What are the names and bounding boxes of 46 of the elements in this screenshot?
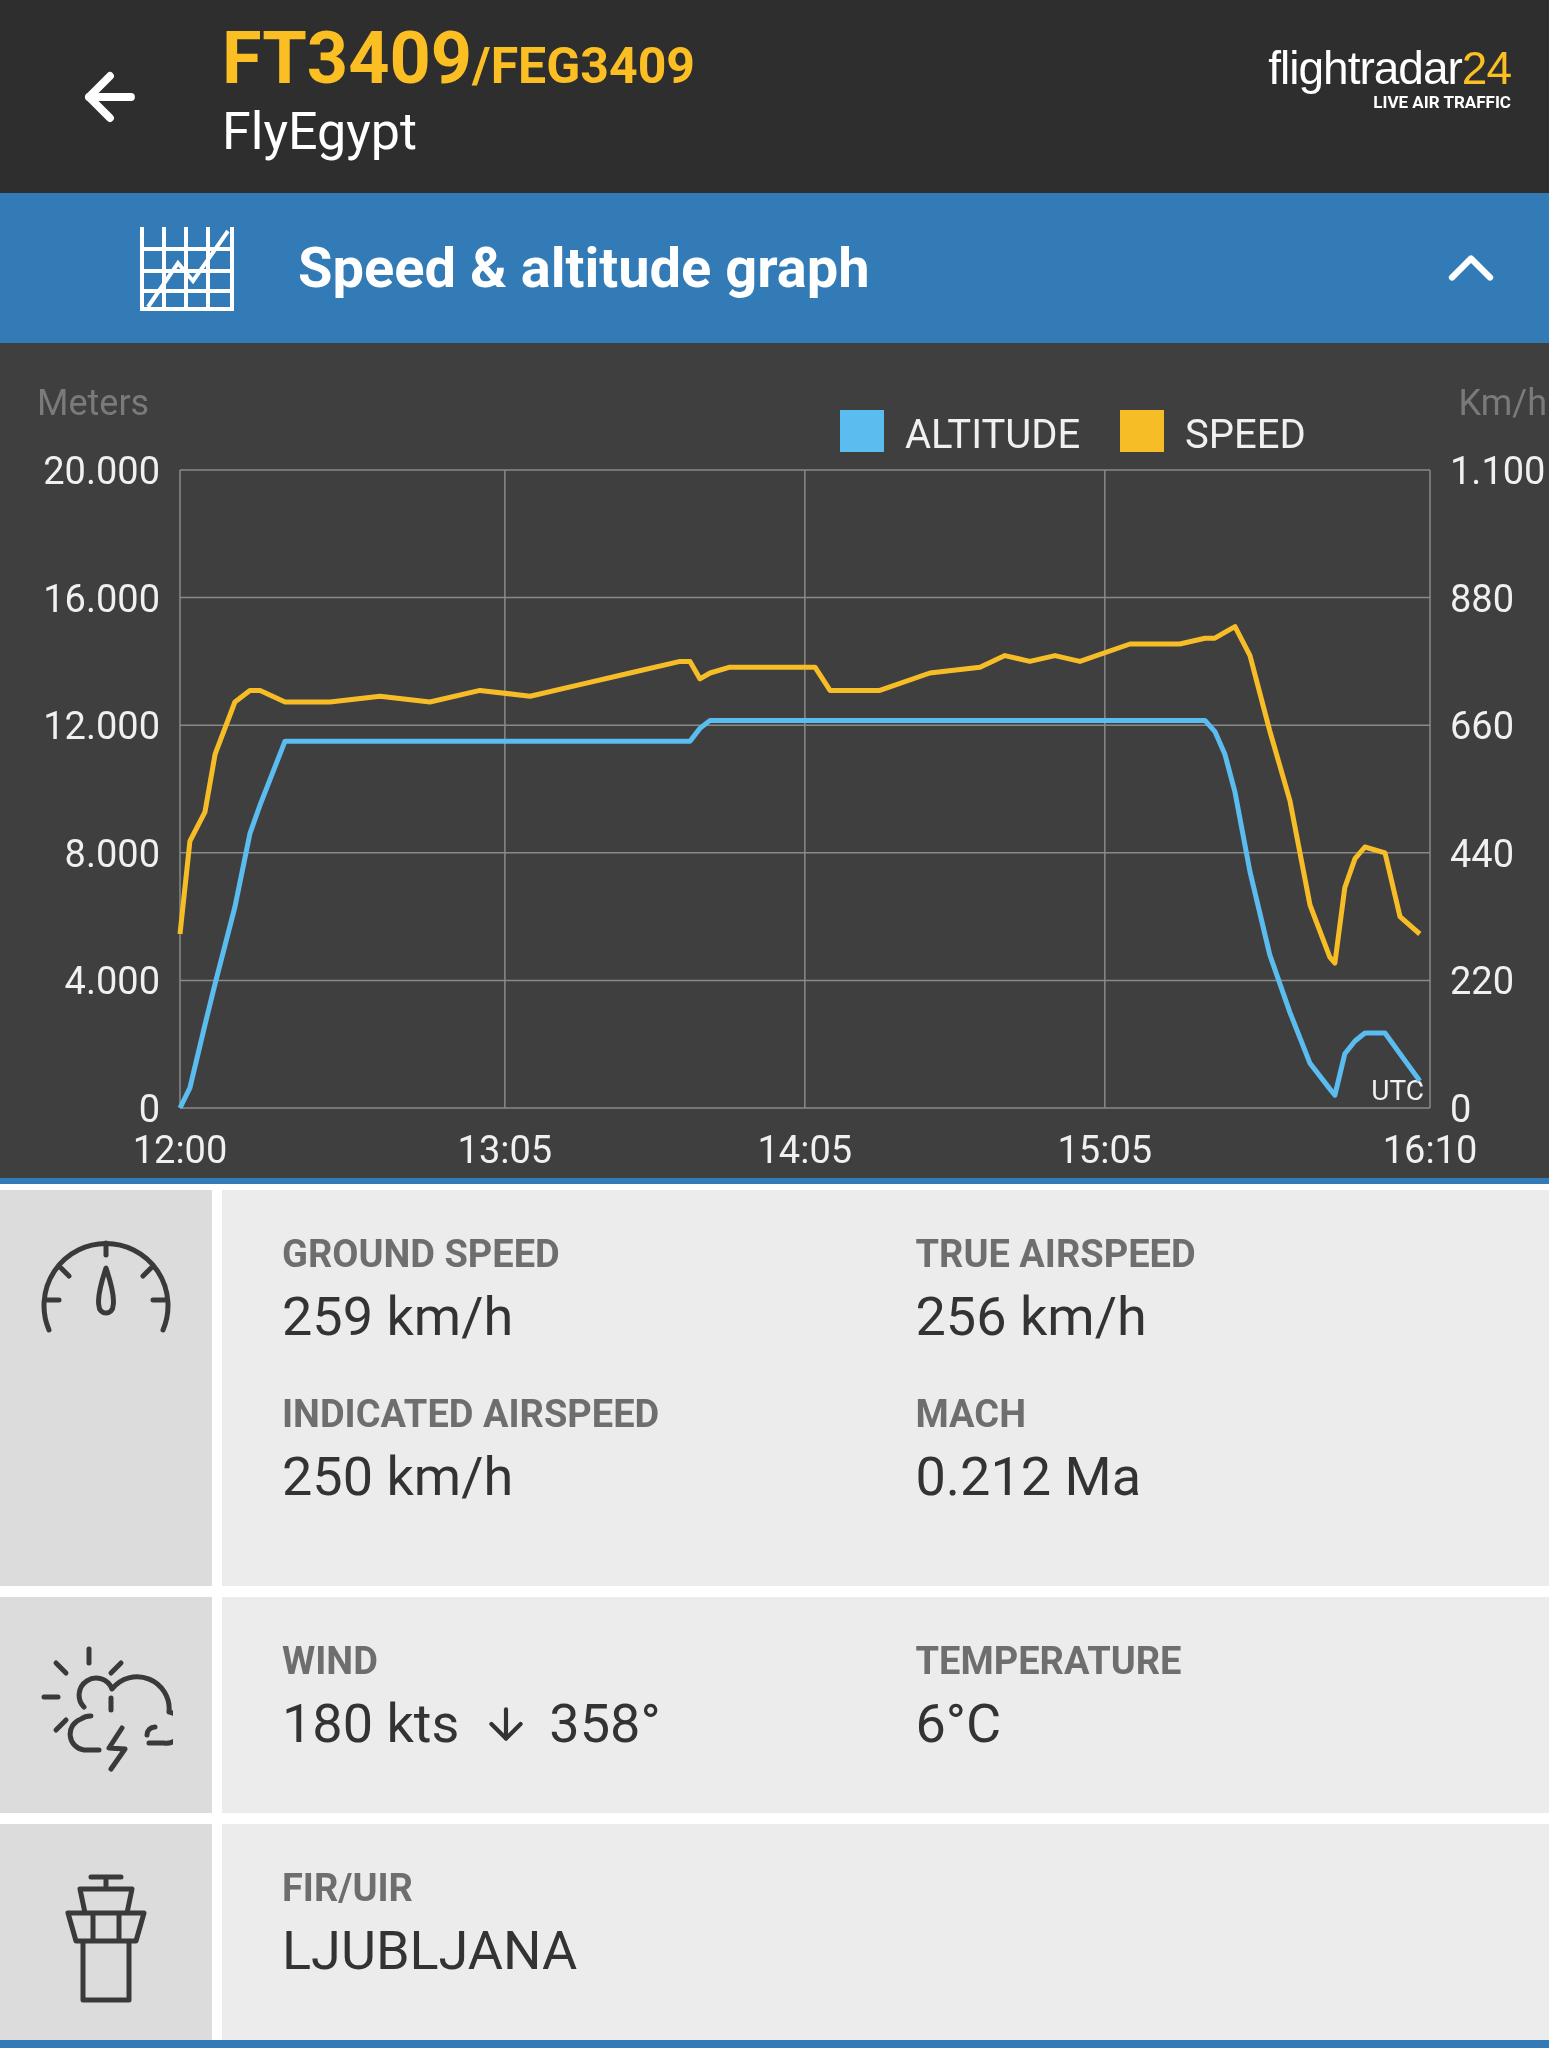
- field-value: 250 km/h: [282, 1446, 514, 1508]
- axis-label: 880: [1450, 576, 1515, 621]
- flight-number: FT3409: [222, 15, 473, 103]
- axis-label: 13:05: [457, 1128, 553, 1172]
- legend-label: SPEED: [1185, 411, 1306, 458]
- control-tower-icon: [63, 1872, 149, 2004]
- axis-label: 16:10: [1382, 1128, 1478, 1172]
- field-value: 259 km/h: [282, 1286, 514, 1348]
- speedometer-icon: [39, 1238, 173, 1336]
- field-value: LJUBLJANA: [282, 1920, 578, 1982]
- field-value: 0.212 Ma: [915, 1446, 1142, 1508]
- field-value: 358°: [549, 1693, 661, 1755]
- airline-name: FlyEgypt: [222, 104, 419, 160]
- axis-title: Km/h: [1458, 382, 1547, 424]
- axis-label: 16.000: [43, 576, 160, 621]
- field-label: FIR/UIR: [282, 1866, 414, 1910]
- axis-label: 0: [1450, 1087, 1472, 1131]
- axis-label: 15:05: [1057, 1128, 1153, 1172]
- section-title: Speed & altitude graph: [298, 234, 870, 303]
- field-label: TRUE AIRSPEED: [915, 1232, 1197, 1276]
- axis-title: UTC: [1371, 1074, 1424, 1107]
- axis-label: 1.100: [1450, 449, 1546, 493]
- field-label: WIND: [282, 1639, 379, 1683]
- axis-label: 220: [1450, 959, 1515, 1004]
- weather-icon: [39, 1645, 173, 1775]
- field-value: 180 kts: [282, 1693, 460, 1755]
- axis-label: 12:00: [132, 1128, 228, 1172]
- field-label: GROUND SPEED: [282, 1232, 561, 1276]
- axis-label: 8.000: [64, 831, 160, 876]
- axis-label: 660: [1450, 704, 1515, 749]
- callsign: /FEG3409: [472, 36, 696, 97]
- field-label: TEMPERATURE: [915, 1639, 1183, 1683]
- axis-title: Meters: [37, 382, 150, 424]
- flightradar-logo: flightradar24 LIVE AIR TRAFFIC: [1268, 42, 1511, 111]
- legend-label: ALTITUDE: [905, 411, 1081, 458]
- field-value: 256 km/h: [915, 1286, 1147, 1348]
- axis-label: 12.000: [43, 704, 160, 749]
- axis-label: 14:05: [757, 1128, 853, 1172]
- axis-label: 440: [1450, 831, 1515, 876]
- axis-label: 20.000: [43, 449, 160, 493]
- field-label: INDICATED AIRSPEED: [282, 1392, 661, 1436]
- field-label: MACH: [915, 1392, 1027, 1436]
- field-value: 6°C: [915, 1693, 1002, 1755]
- axis-label: 0: [138, 1087, 160, 1131]
- axis-label: 4.000: [64, 959, 160, 1004]
- section-header-bar[interactable]: Speed & altitude graph: [0, 193, 1549, 343]
